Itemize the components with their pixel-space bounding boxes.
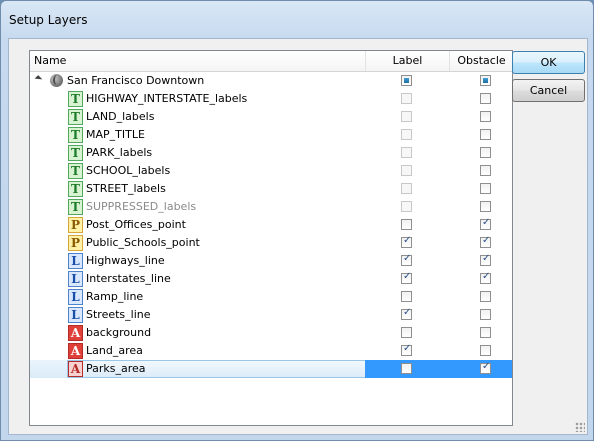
- label-checkbox[interactable]: [401, 363, 412, 374]
- text-layer-icon: T: [68, 163, 83, 179]
- point-layer-icon: P: [68, 217, 83, 233]
- layer-name: Public_Schools_point: [86, 236, 200, 249]
- dialog-client-area: Name Label Obstacle San Francisco Downto…: [8, 38, 588, 435]
- ok-button[interactable]: OK: [512, 51, 585, 74]
- text-layer-icon: T: [68, 127, 83, 143]
- layer-group-row[interactable]: San Francisco Downtown: [30, 72, 512, 90]
- layer-row[interactable]: T STREET_labels: [30, 180, 512, 198]
- label-checkbox[interactable]: [401, 291, 412, 302]
- column-header-obstacle[interactable]: Obstacle: [449, 51, 512, 71]
- setup-layers-dialog: Setup Layers Name Label Obstacle San Fra…: [0, 0, 594, 441]
- label-checkbox: [401, 111, 412, 122]
- resize-grip-icon[interactable]: [575, 422, 585, 432]
- layer-row[interactable]: Abackground: [30, 324, 512, 342]
- layer-row[interactable]: T MAP_TITLE: [30, 126, 512, 144]
- label-checkbox: [401, 147, 412, 158]
- point-layer-icon: P: [68, 235, 83, 251]
- layer-name: background: [86, 326, 152, 339]
- obstacle-checkbox[interactable]: [480, 75, 491, 86]
- obstacle-checkbox[interactable]: [480, 129, 491, 140]
- label-checkbox[interactable]: [401, 75, 412, 86]
- text-layer-icon: T: [68, 91, 83, 107]
- layer-row[interactable]: P Public_Schools_point: [30, 234, 512, 252]
- layer-row[interactable]: T SCHOOL_labels: [30, 162, 512, 180]
- area-layer-icon: A: [68, 361, 83, 377]
- obstacle-checkbox[interactable]: [480, 361, 491, 374]
- obstacle-checkbox[interactable]: [480, 217, 491, 230]
- obstacle-checkbox[interactable]: [480, 291, 491, 302]
- label-checkbox[interactable]: [401, 219, 412, 230]
- obstacle-checkbox[interactable]: [480, 271, 491, 284]
- layer-name: Parks_area: [86, 362, 146, 375]
- layer-name: STREET_labels: [86, 182, 166, 195]
- layer-name: SUPPRESSED_labels: [86, 200, 197, 213]
- label-checkbox[interactable]: [401, 327, 412, 338]
- area-layer-icon: A: [68, 343, 83, 359]
- layer-row[interactable]: T PARK_labels: [30, 144, 512, 162]
- layers-list[interactable]: Name Label Obstacle San Francisco Downto…: [29, 50, 513, 426]
- line-layer-icon: L: [68, 289, 83, 305]
- label-checkbox: [401, 93, 412, 104]
- line-layer-icon: L: [68, 271, 83, 287]
- label-checkbox: [401, 165, 412, 176]
- column-header-name[interactable]: Name: [34, 51, 364, 71]
- layer-name: Streets_line: [86, 308, 151, 321]
- layer-name: Interstates_line: [86, 272, 171, 285]
- text-layer-icon: T: [68, 199, 83, 215]
- layer-row[interactable]: L Highways_line: [30, 252, 512, 270]
- globe-icon: [50, 74, 63, 87]
- layer-row[interactable]: P Post_Offices_point: [30, 216, 512, 234]
- expander-arrow-icon[interactable]: [34, 75, 43, 83]
- layer-row[interactable]: L Interstates_line: [30, 270, 512, 288]
- layer-row[interactable]: L Ramp_line: [30, 288, 512, 306]
- layer-row[interactable]: A Parks_area: [30, 360, 512, 378]
- layer-name: Highways_line: [86, 254, 165, 267]
- obstacle-checkbox[interactable]: [480, 111, 491, 122]
- label-checkbox[interactable]: [401, 343, 412, 356]
- layer-name: PARK_labels: [86, 146, 153, 159]
- label-checkbox[interactable]: [401, 271, 412, 284]
- text-layer-icon: T: [68, 145, 83, 161]
- line-layer-icon: L: [68, 253, 83, 269]
- obstacle-checkbox[interactable]: [480, 253, 491, 266]
- label-checkbox: [401, 129, 412, 140]
- layer-row[interactable]: L Streets_line: [30, 306, 512, 324]
- label-checkbox: [401, 201, 412, 212]
- layer-group-name: San Francisco Downtown: [67, 74, 205, 87]
- column-header-label[interactable]: Label: [365, 51, 449, 71]
- cancel-button[interactable]: Cancel: [512, 79, 585, 102]
- obstacle-checkbox[interactable]: [480, 147, 491, 158]
- layer-row[interactable]: T SUPPRESSED_labels: [30, 198, 512, 216]
- obstacle-checkbox[interactable]: [480, 165, 491, 176]
- layer-name: Post_Offices_point: [86, 218, 186, 231]
- obstacle-checkbox[interactable]: [480, 309, 491, 320]
- obstacle-checkbox[interactable]: [480, 201, 491, 212]
- obstacle-checkbox[interactable]: [480, 345, 491, 356]
- label-checkbox[interactable]: [401, 307, 412, 320]
- label-checkbox[interactable]: [401, 253, 412, 266]
- layer-name: HIGHWAY_INTERSTATE_labels: [86, 92, 248, 105]
- text-layer-icon: T: [68, 109, 83, 125]
- label-checkbox[interactable]: [401, 235, 412, 248]
- layer-row[interactable]: T LAND_labels: [30, 108, 512, 126]
- layer-row[interactable]: A Land_area: [30, 342, 512, 360]
- obstacle-checkbox[interactable]: [480, 183, 491, 194]
- obstacle-checkbox[interactable]: [480, 327, 491, 338]
- layer-name: Land_area: [86, 344, 143, 357]
- label-checkbox: [401, 183, 412, 194]
- list-header: Name Label Obstacle: [30, 51, 512, 72]
- layer-name: LAND_labels: [86, 110, 155, 123]
- layer-name: Ramp_line: [86, 290, 144, 303]
- text-layer-icon: T: [68, 181, 83, 197]
- layer-name: SCHOOL_labels: [86, 164, 171, 177]
- obstacle-checkbox[interactable]: [480, 93, 491, 104]
- line-layer-icon: L: [68, 307, 83, 323]
- layer-name: MAP_TITLE: [86, 128, 145, 141]
- area-layer-icon: A: [68, 325, 83, 341]
- layer-row[interactable]: T HIGHWAY_INTERSTATE_labels: [30, 90, 512, 108]
- window-title: Setup Layers: [9, 13, 88, 27]
- obstacle-checkbox[interactable]: [480, 235, 491, 248]
